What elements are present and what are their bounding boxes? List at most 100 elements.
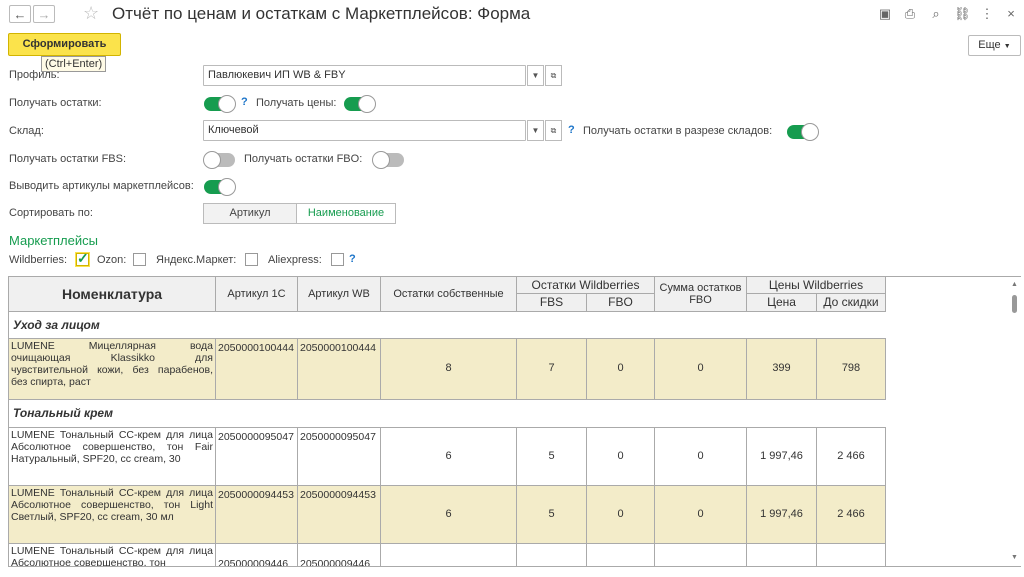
cell-fbo[interactable]: 0 (587, 339, 655, 400)
header-wb-prices[interactable]: Цены Wildberries (747, 277, 886, 294)
cell-price[interactable]: 1 997,46 (747, 486, 817, 544)
cell-price[interactable] (747, 544, 817, 566)
get-stocks-label: Получать остатки: (9, 97, 102, 109)
help-icon[interactable]: ? (568, 124, 575, 136)
cell-own-stock[interactable]: 8 (381, 339, 517, 400)
cell-fbo[interactable]: 0 (587, 428, 655, 486)
cell-own-stock[interactable] (381, 544, 517, 566)
back-icon: ← (13, 7, 27, 22)
aliexpress-label: Aliexpress: (268, 254, 322, 266)
cell-price[interactable]: 399 (747, 339, 817, 400)
cell-fbo-sum[interactable]: 0 (655, 486, 747, 544)
cell-fbo-sum[interactable] (655, 544, 747, 566)
wildberries-label: Wildberries: (9, 254, 68, 266)
open-icon: ⧉ (550, 71, 557, 80)
header-before-discount[interactable]: До скидки (817, 294, 886, 312)
chevron-down-icon: ▼ (531, 71, 540, 80)
favorite-star-icon[interactable]: ☆ (83, 3, 99, 24)
warehouse-dropdown-button[interactable]: ▼ (527, 120, 544, 141)
warehouse-label: Склад: (9, 125, 44, 137)
header-fbo[interactable]: FBO (587, 294, 655, 312)
warehouse-field[interactable]: Ключевой (203, 120, 526, 141)
cell-nomenclature[interactable]: LUMENE Тональный СС-крем для лица Абсолю… (9, 428, 216, 486)
group-row[interactable]: Уход за лицом (9, 312, 886, 339)
cell-fbo[interactable] (587, 544, 655, 566)
sort-option-article[interactable]: Артикул (203, 203, 297, 224)
forward-icon: → (37, 7, 51, 22)
table-scrollbar[interactable] (1009, 277, 1021, 566)
cell-nomenclature[interactable]: LUMENE Тональный СС-крем для лица Абсолю… (9, 544, 216, 566)
articles-toggle[interactable] (204, 178, 236, 196)
get-prices-label: Получать цены: (256, 97, 337, 109)
cell-article-wb[interactable]: 2050000100444 (298, 339, 381, 400)
scrollbar-thumb[interactable] (1012, 295, 1017, 313)
cell-article-wb[interactable]: 2050000094453 (298, 486, 381, 544)
cell-before-discount[interactable]: 2 466 (817, 428, 886, 486)
save-icon[interactable]: ▣ (877, 6, 893, 22)
cell-article-1c[interactable]: 2050000095047 (216, 428, 298, 486)
profile-field[interactable]: Павлюкевич ИП WB & FBY (203, 65, 526, 86)
more-label: Еще (978, 39, 1001, 51)
get-prices-toggle[interactable] (344, 95, 376, 113)
cell-price[interactable]: 1 997,46 (747, 428, 817, 486)
print-icon[interactable]: ⎙ (902, 6, 918, 22)
stocks-by-warehouse-toggle[interactable] (787, 123, 819, 141)
cell-own-stock[interactable]: 6 (381, 486, 517, 544)
cell-fbs[interactable]: 7 (517, 339, 587, 400)
cell-fbo[interactable]: 0 (587, 486, 655, 544)
chevron-down-icon: ▼ (1003, 43, 1011, 50)
cell-fbs[interactable]: 5 (517, 486, 587, 544)
warehouse-open-button[interactable]: ⧉ (545, 120, 562, 141)
cell-fbo-sum[interactable]: 0 (655, 339, 747, 400)
cell-article-wb[interactable]: 205000009446 (298, 544, 381, 566)
report-table[interactable]: Номенклатура Артикул 1С Артикул WB Остат… (8, 276, 1021, 567)
scroll-up-icon[interactable]: ▲ (1011, 281, 1018, 288)
cell-fbo-sum[interactable]: 0 (655, 428, 747, 486)
help-icon[interactable]: ? (241, 96, 248, 108)
wildberries-checkbox[interactable] (75, 250, 90, 267)
preview-icon[interactable]: ⌕ (928, 6, 944, 22)
header-own-stock[interactable]: Остатки собственные (381, 277, 517, 312)
close-icon[interactable]: × (1003, 6, 1019, 22)
header-nomenclature[interactable]: Номенклатура (9, 277, 216, 312)
cell-own-stock[interactable]: 6 (381, 428, 517, 486)
cell-before-discount[interactable]: 2 466 (817, 486, 886, 544)
fbs-toggle[interactable] (203, 151, 235, 169)
link-icon[interactable]: ⛓ (954, 6, 971, 22)
scroll-down-icon[interactable]: ▼ (1011, 554, 1018, 561)
group-row[interactable]: Тональный крем (9, 400, 886, 428)
header-fbo-sum[interactable]: Сумма остатков FBO (655, 277, 747, 312)
cell-nomenclature[interactable]: LUMENE Тональный СС-крем для лица Абсолю… (9, 486, 216, 544)
more-button[interactable]: Еще ▼ (968, 35, 1021, 56)
header-wb-stocks[interactable]: Остатки Wildberries (517, 277, 655, 294)
cell-before-discount[interactable] (817, 544, 886, 566)
chevron-down-icon: ▼ (531, 126, 540, 135)
cell-before-discount[interactable]: 798 (817, 339, 886, 400)
yandex-market-checkbox[interactable] (245, 253, 258, 266)
more-icon[interactable]: ⋮ (979, 6, 995, 22)
cell-article-1c[interactable]: 2050000094453 (216, 486, 298, 544)
back-button[interactable]: ← (9, 5, 31, 23)
cell-fbs[interactable]: 5 (517, 428, 587, 486)
cell-fbs[interactable] (517, 544, 587, 566)
cell-nomenclature[interactable]: LUMENE Мицеллярная вода очищающая Klassi… (9, 339, 216, 400)
cell-article-wb[interactable]: 2050000095047 (298, 428, 381, 486)
profile-open-button[interactable]: ⧉ (545, 65, 562, 86)
get-stocks-toggle[interactable] (204, 95, 236, 113)
stocks-by-warehouse-label: Получать остатки в разрезе складов: (583, 125, 773, 137)
generate-button[interactable]: Сформировать (8, 33, 121, 56)
sort-option-name[interactable]: Наименование (296, 203, 396, 224)
cell-article-1c[interactable]: 205000009446 (216, 544, 298, 566)
forward-button[interactable]: → (33, 5, 55, 23)
cell-article-1c[interactable]: 2050000100444 (216, 339, 298, 400)
fbo-toggle[interactable] (372, 151, 404, 169)
header-price[interactable]: Цена (747, 294, 817, 312)
header-article-wb[interactable]: Артикул WB (298, 277, 381, 312)
profile-dropdown-button[interactable]: ▼ (527, 65, 544, 86)
help-icon[interactable]: ? (349, 253, 356, 265)
fbs-label: Получать остатки FBS: (9, 153, 127, 165)
header-article-1c[interactable]: Артикул 1С (216, 277, 298, 312)
aliexpress-checkbox[interactable] (331, 253, 344, 266)
ozon-checkbox[interactable] (133, 253, 146, 266)
header-fbs[interactable]: FBS (517, 294, 587, 312)
